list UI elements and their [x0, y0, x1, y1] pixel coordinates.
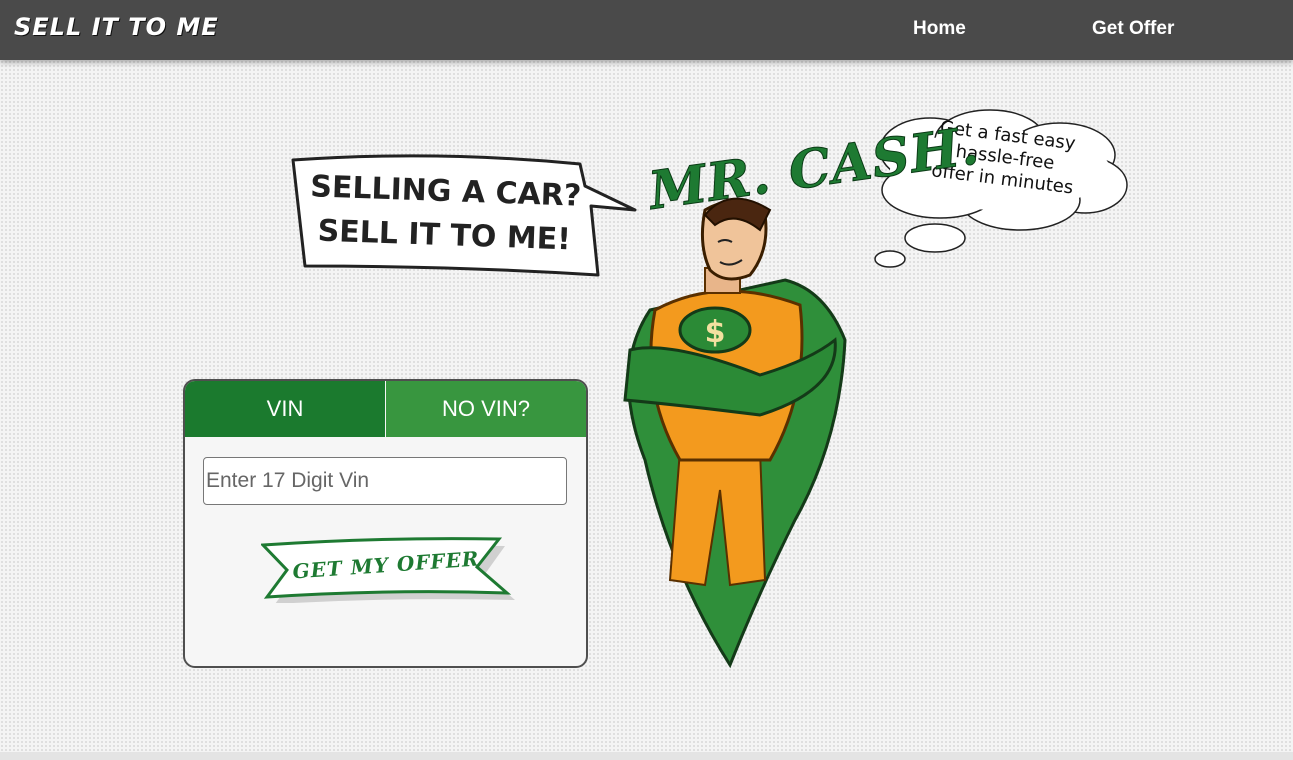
tab-vin[interactable]: VIN: [185, 381, 385, 437]
vin-input[interactable]: [203, 457, 567, 505]
footer-band: [0, 752, 1293, 760]
nav-get-offer-link[interactable]: Get Offer: [1092, 18, 1174, 40]
superhero-mascot-illustration: $: [623, 197, 847, 669]
dollar-sign-emblem: $: [705, 315, 726, 350]
nav-home-link[interactable]: Home: [913, 18, 966, 40]
tab-no-vin[interactable]: NO VIN?: [386, 381, 586, 437]
vin-form-card: VIN NO VIN? GET MY OFFER: [183, 379, 588, 668]
get-my-offer-button[interactable]: GET MY OFFER: [261, 537, 521, 603]
brand-logo[interactable]: SELL IT TO ME: [14, 13, 219, 41]
top-navbar: SELL IT TO ME Home Get Offer: [0, 0, 1293, 60]
speech-bubble-text: SELLING A CAR? SELL IT TO ME!: [299, 165, 592, 263]
